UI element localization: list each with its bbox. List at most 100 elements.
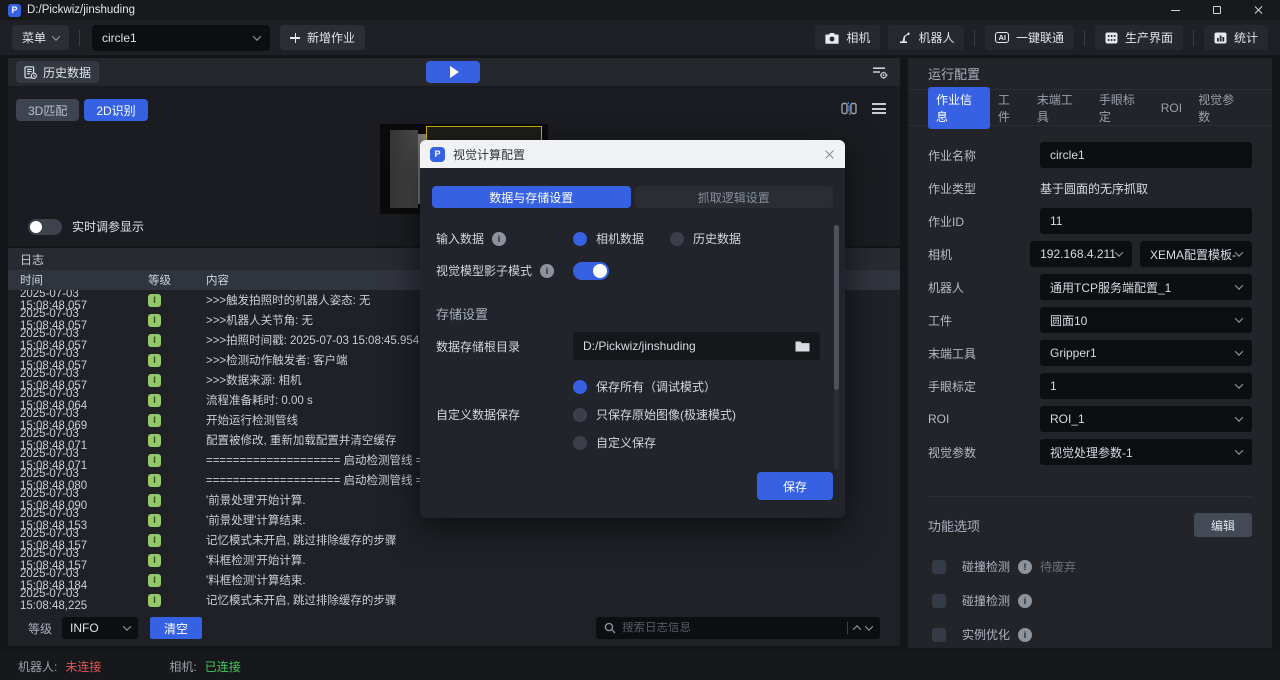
camera-template-value: XEMA配置模板- — [1150, 246, 1236, 263]
viewer-toolbar: 历史数据 — [8, 58, 900, 86]
folder-icon[interactable] — [795, 340, 810, 352]
run-button[interactable] — [426, 61, 480, 83]
new-job-button[interactable]: 新增作业 — [280, 25, 365, 50]
tab-2d-recognition[interactable]: 2D识别 — [84, 99, 147, 121]
minimize-button[interactable] — [1154, 0, 1196, 20]
clear-log-button[interactable]: 清空 — [150, 617, 202, 639]
close-button[interactable] — [1238, 0, 1280, 20]
log-col-time: 时间 — [8, 272, 148, 288]
tab-data-storage-settings[interactable]: 数据与存储设置 — [432, 186, 631, 208]
chevron-down-icon[interactable] — [865, 622, 873, 630]
vision-params-select[interactable]: 视觉处理参数-1 — [1040, 439, 1252, 465]
plus-icon — [290, 33, 300, 43]
collision-detect-1-checkbox[interactable] — [932, 560, 946, 574]
log-level-badge: I — [148, 414, 161, 427]
level-filter-select[interactable]: INFO — [62, 617, 138, 639]
robot-status-label: 机器人: — [18, 658, 57, 675]
divider — [1193, 30, 1194, 46]
compare-view-icon[interactable] — [840, 101, 858, 116]
history-data-radio[interactable]: 历史数据 — [670, 230, 741, 247]
job-select[interactable]: circle1 — [92, 25, 270, 51]
robot-select[interactable]: 通用TCP服务端配置_1 — [1040, 274, 1252, 300]
log-search-input[interactable] — [622, 622, 841, 634]
menu-button[interactable]: 菜单 — [12, 25, 69, 50]
radio-off-icon — [573, 436, 587, 450]
vision-params-value: 视觉处理参数-1 — [1050, 444, 1236, 461]
edit-features-button[interactable]: 编辑 — [1194, 513, 1252, 537]
custom-save-radio[interactable]: 自定义保存 — [573, 434, 656, 451]
root-dir-input[interactable]: D:/Pickwiz/jinshuding — [573, 332, 820, 360]
instance-optimize-checkbox[interactable] — [932, 628, 946, 642]
statistics-button[interactable]: 统计 — [1204, 25, 1268, 50]
log-content: '料框检测'开始计算. — [206, 552, 900, 568]
info-icon — [540, 264, 554, 278]
tab-hand-eye[interactable]: 手眼标定 — [1091, 87, 1153, 129]
tab-grab-logic-settings[interactable]: 抓取逻辑设置 — [635, 186, 834, 208]
main-toolbar: 菜单 circle1 新增作业 相机 机器人 一键联通 — [0, 20, 1280, 55]
tab-3d-match[interactable]: 3D匹配 — [16, 99, 79, 121]
new-job-label: 新增作业 — [307, 29, 355, 46]
log-level-cell: I — [148, 434, 206, 447]
robot-select-value: 通用TCP服务端配置_1 — [1050, 279, 1236, 296]
tab-3d-match-label: 3D匹配 — [28, 102, 67, 119]
save-raw-only-radio[interactable]: 只保存原始图像(极速模式) — [573, 406, 736, 423]
viewer-menu-icon[interactable] — [872, 103, 886, 114]
deprecated-note: 待废弃 — [1040, 558, 1076, 575]
camera-data-radio-label: 相机数据 — [596, 230, 644, 247]
storage-section-title: 存储设置 — [436, 304, 488, 323]
robot-button[interactable]: 机器人 — [888, 25, 964, 50]
end-tool-value: Gripper1 — [1050, 346, 1236, 360]
run-config-tabs: 作业信息 工件 末端工具 手眼标定 ROI 视觉参数 — [908, 90, 1272, 126]
warning-icon — [1018, 560, 1032, 574]
minimize-icon — [1171, 10, 1180, 11]
log-level-cell: I — [148, 554, 206, 567]
chevron-down-icon — [1235, 281, 1243, 289]
collision-detect-2-checkbox[interactable] — [932, 594, 946, 608]
chevron-up-icon[interactable] — [853, 625, 861, 633]
tab-roi[interactable]: ROI — [1153, 97, 1190, 119]
job-select-value: circle1 — [102, 31, 254, 45]
workpiece-select[interactable]: 圆面10 — [1040, 307, 1252, 333]
roi-select[interactable]: ROI_1 — [1040, 406, 1252, 432]
camera-template-select[interactable]: XEMA配置模板- — [1140, 241, 1252, 267]
maximize-button[interactable] — [1196, 0, 1238, 20]
tab-end-tool[interactable]: 末端工具 — [1029, 87, 1091, 129]
maximize-icon — [1213, 6, 1221, 14]
realtime-param-toggle[interactable] — [28, 219, 62, 235]
collision-detect-1-label: 碰撞检测 — [962, 558, 1010, 575]
end-tool-select[interactable]: Gripper1 — [1040, 340, 1252, 366]
one-key-connect-button[interactable]: 一键联通 — [985, 25, 1074, 50]
shadow-mode-toggle[interactable] — [573, 262, 609, 280]
camera-data-radio[interactable]: 相机数据 — [573, 230, 644, 247]
info-icon — [1018, 594, 1032, 608]
workpiece-label: 工件 — [928, 312, 1040, 329]
dialog-scrollbar-thumb[interactable] — [834, 225, 839, 390]
job-id-input[interactable] — [1040, 208, 1252, 234]
chevron-down-icon — [253, 32, 261, 40]
table-row: 2025-07-03 15:08:48,157I'料框检测'开始计算. — [8, 550, 900, 570]
job-name-label: 作业名称 — [928, 147, 1040, 164]
chevron-down-icon — [1235, 413, 1243, 421]
save-all-radio[interactable]: 保存所有（调试模式） — [573, 378, 716, 395]
hand-eye-select[interactable]: 1 — [1040, 373, 1252, 399]
log-level-cell: I — [148, 374, 206, 387]
log-level-cell: I — [148, 594, 206, 607]
log-level-cell: I — [148, 474, 206, 487]
history-data-button[interactable]: 历史数据 — [16, 61, 99, 83]
camera-ip-select[interactable]: 192.168.4.211 — [1030, 241, 1132, 267]
job-name-input[interactable] — [1040, 142, 1252, 168]
save-raw-only-label: 只保存原始图像(极速模式) — [596, 406, 736, 423]
log-settings-button[interactable] — [871, 64, 888, 83]
save-button[interactable]: 保存 — [757, 472, 833, 500]
roi-value: ROI_1 — [1050, 412, 1236, 426]
dialog-titlebar: P 视觉计算配置 — [420, 140, 845, 168]
root-dir-label: 数据存储根目录 — [436, 338, 520, 355]
dialog-close-icon[interactable] — [824, 149, 835, 160]
tab-job-info[interactable]: 作业信息 — [928, 87, 990, 129]
production-view-button[interactable]: 生产界面 — [1095, 25, 1183, 50]
camera-button[interactable]: 相机 — [815, 25, 880, 50]
tab-workpiece[interactable]: 工件 — [990, 87, 1029, 129]
history-data-label: 历史数据 — [43, 64, 91, 81]
log-level-cell: I — [148, 574, 206, 587]
tab-vision-params[interactable]: 视觉参数 — [1190, 87, 1252, 129]
